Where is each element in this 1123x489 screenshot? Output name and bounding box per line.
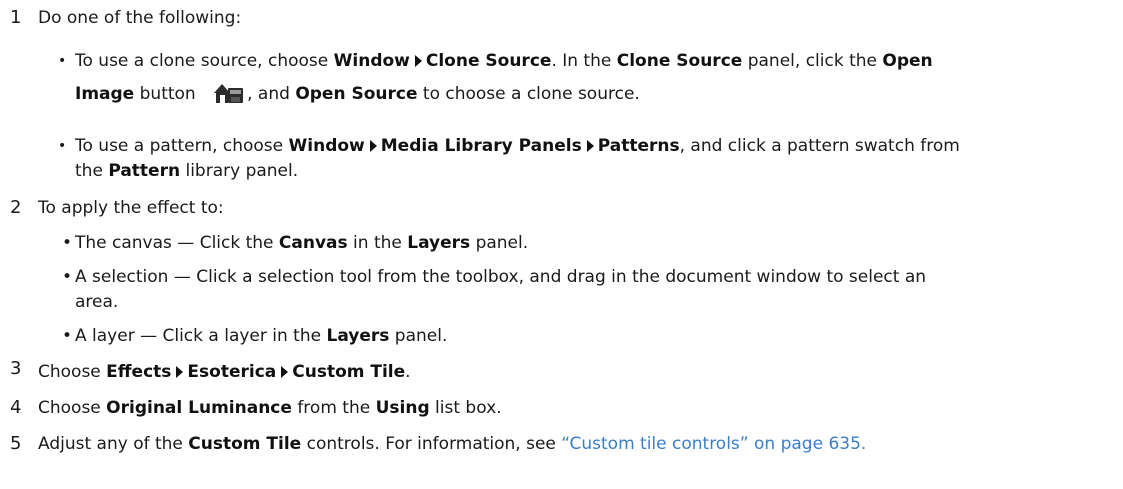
open-source-button-label: Open Source	[295, 84, 418, 104]
menu-arrow-icon	[586, 140, 594, 152]
step-1-bullet-2-line-1: To use a pattern, choose Window Media Lib…	[75, 136, 960, 156]
menu-arrow-icon	[414, 55, 422, 67]
step-2-bullet-1: The canvas — Click the Canvas in the Lay…	[75, 233, 529, 253]
open-image-label-part-2: Image	[75, 84, 135, 104]
layers-panel-name: Layers	[326, 326, 390, 346]
document-page: 1 Do one of the following: • To use a cl…	[0, 0, 1123, 489]
using-list-box-name: Using	[375, 398, 430, 418]
menu-media-library-panels: Media Library Panels	[380, 136, 582, 156]
step-number-1: 1	[10, 7, 22, 28]
open-image-icon	[211, 80, 247, 106]
step-1-bullet-2-line-2: the Pattern library panel.	[75, 161, 299, 181]
step-1-bullet-1-line-2: Image button , and Open Source to choose…	[75, 80, 640, 106]
step-1-bullet-1-line-1: To use a clone source, choose Window Clon…	[75, 51, 933, 71]
bullet-marker: •	[62, 326, 73, 346]
canvas-label: Canvas	[278, 233, 348, 253]
step-2-bullet-2-line-1: A selection — Click a selection tool fro…	[75, 267, 927, 287]
step-2-text: To apply the effect to:	[38, 198, 224, 218]
menu-clone-source: Clone Source	[425, 51, 552, 71]
bullet-marker: •	[62, 233, 73, 253]
step-number-3: 3	[10, 358, 22, 379]
menu-arrow-icon	[281, 366, 289, 378]
step-number-5: 5	[10, 433, 22, 454]
step-2-bullet-3: A layer — Click a layer in the Layers pa…	[75, 326, 448, 346]
pattern-panel-name: Pattern	[108, 161, 181, 181]
open-image-label-part-1: Open	[882, 51, 933, 71]
original-luminance-label: Original Luminance	[106, 398, 292, 418]
step-number-4: 4	[10, 397, 22, 418]
menu-window: Window	[288, 136, 365, 156]
menu-esoterica: Esoterica	[187, 362, 277, 382]
bullet-marker: •	[62, 267, 73, 287]
clone-source-panel-name: Clone Source	[616, 51, 743, 71]
layers-panel-name: Layers	[407, 233, 471, 253]
bullet-marker: •	[58, 138, 67, 154]
menu-effects: Effects	[106, 362, 172, 382]
step-number-2: 2	[10, 197, 22, 218]
menu-custom-tile: Custom Tile	[292, 362, 406, 382]
menu-arrow-icon	[369, 140, 377, 152]
menu-patterns: Patterns	[597, 136, 680, 156]
menu-window: Window	[333, 51, 410, 71]
menu-arrow-icon	[176, 366, 184, 378]
custom-tile-label: Custom Tile	[188, 434, 302, 454]
step-2-bullet-2-line-2: area.	[75, 292, 119, 312]
bullet-marker: •	[58, 53, 67, 69]
step-1-text: Do one of the following:	[38, 8, 242, 28]
step-4-text: Choose Original Luminance from the Using…	[38, 398, 502, 418]
step-5-text: Adjust any of the Custom Tile controls. …	[38, 434, 867, 454]
step-3-text: Choose Effects Esoterica Custom Tile.	[38, 362, 411, 382]
custom-tile-controls-link[interactable]: “Custom tile controls” on page 635.	[561, 434, 866, 454]
